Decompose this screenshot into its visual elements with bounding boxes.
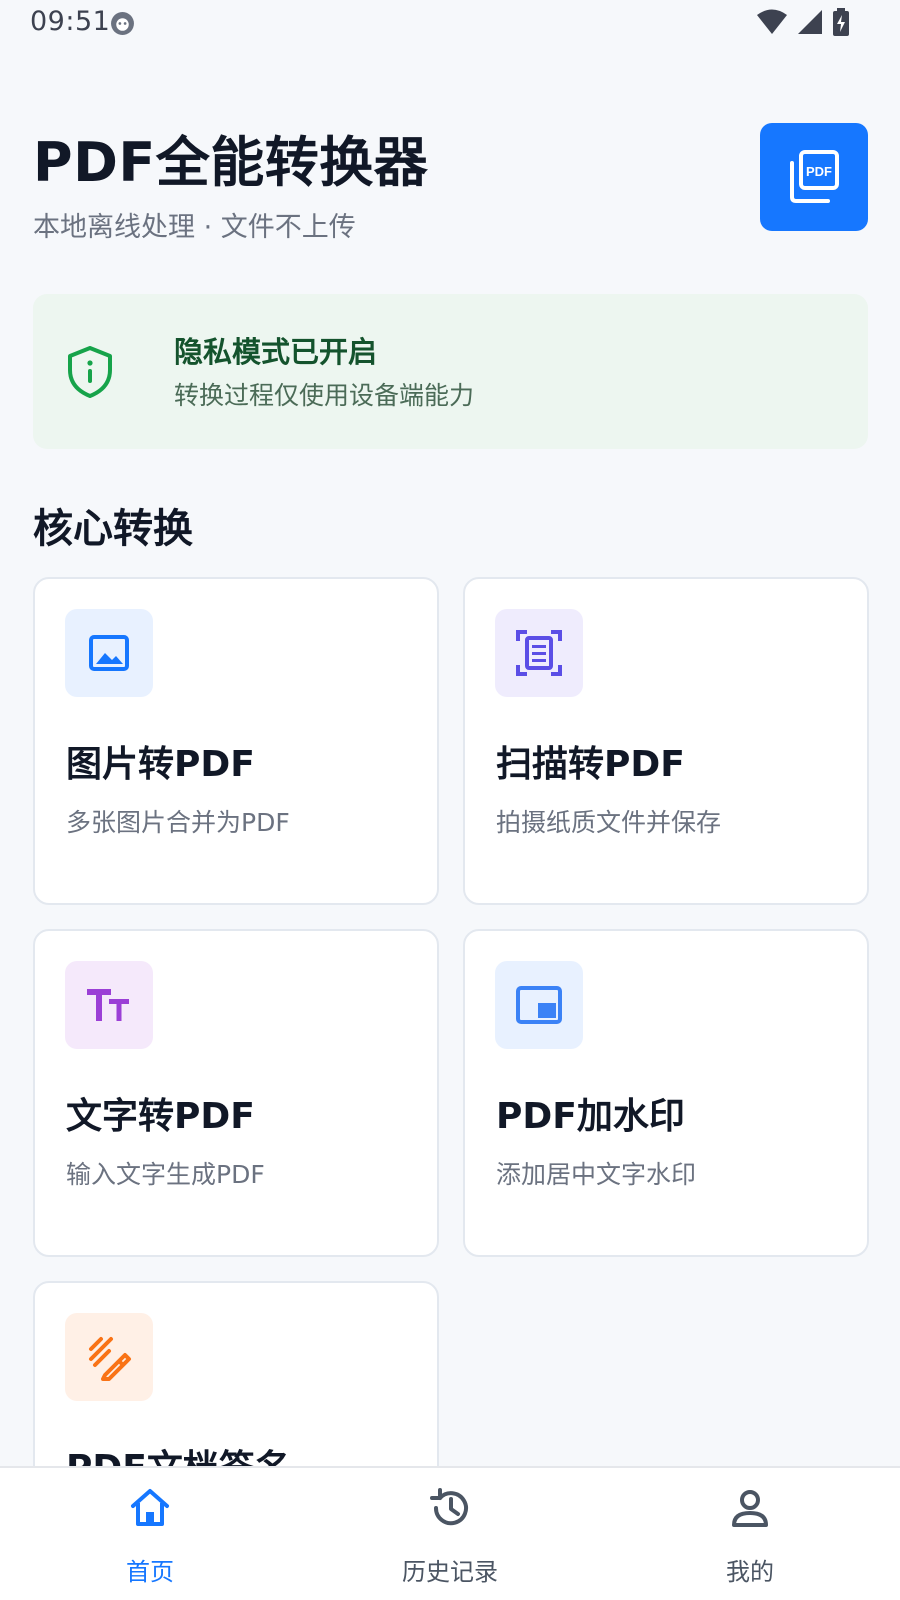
app-title: PDF全能转换器 [33, 131, 429, 194]
wifi-icon [757, 9, 787, 34]
cellular-signal-icon [798, 10, 822, 34]
tool-card-pdf-watermark[interactable]: PDF加水印 添加居中文字水印 [463, 929, 869, 1257]
nav-item-history[interactable]: 历史记录 [300, 1468, 600, 1600]
nav-label-history: 历史记录 [402, 1558, 498, 1586]
tool-description: 添加居中文字水印 [496, 1160, 697, 1189]
privacy-banner: 隐私模式已开启 转换过程仅使用设备端能力 [33, 294, 868, 449]
profile-icon [732, 1490, 768, 1527]
tool-title: 扫描转PDF [496, 744, 685, 785]
shield-info-icon [68, 346, 112, 398]
tool-description: 拍摄纸质文件并保存 [496, 808, 722, 837]
tool-card-image-to-pdf[interactable]: 图片转PDF 多张图片合并为PDF [33, 577, 439, 905]
battery-charging-icon [833, 8, 849, 36]
tool-icon-tile [495, 609, 583, 697]
status-time: 09:51 [30, 6, 111, 37]
app-screen: 09:51 PDF全能转换器 本地离线处理 · 文件不上传 PDF 隐私模式已开… [0, 0, 900, 1600]
tool-title: PDF加水印 [496, 1096, 685, 1137]
bottom-navigation: 首页 历史记录 我的 [0, 1466, 900, 1600]
logo-pdf-text: PDF [806, 164, 832, 179]
notification-app-icon [111, 12, 134, 35]
tool-icon-tile [65, 1313, 153, 1401]
app-subtitle: 本地离线处理 · 文件不上传 [33, 212, 356, 243]
nav-item-profile[interactable]: 我的 [600, 1468, 900, 1600]
signature-icon [89, 1337, 131, 1381]
image-icon [89, 635, 129, 671]
tool-icon-tile [65, 609, 153, 697]
nav-label-home: 首页 [126, 1558, 174, 1586]
document-scan-icon [516, 630, 562, 676]
status-bar: 09:51 [0, 0, 900, 48]
tool-description: 多张图片合并为PDF [66, 808, 290, 837]
home-icon [131, 1489, 169, 1526]
nav-label-profile: 我的 [726, 1558, 774, 1586]
tool-title: 图片转PDF [66, 744, 255, 785]
tool-icon-tile [495, 961, 583, 1049]
tool-card-scan-to-pdf[interactable]: 扫描转PDF 拍摄纸质文件并保存 [463, 577, 869, 905]
app-logo: PDF [760, 123, 868, 231]
section-title: 核心转换 [33, 506, 193, 552]
history-icon [430, 1488, 468, 1526]
text-size-icon [87, 989, 129, 1021]
tool-card-text-to-pdf[interactable]: 文字转PDF 输入文字生成PDF [33, 929, 439, 1257]
privacy-description: 转换过程仅使用设备端能力 [174, 381, 475, 410]
privacy-title: 隐私模式已开启 [174, 335, 378, 369]
tool-title: 文字转PDF [66, 1096, 255, 1137]
nav-item-home[interactable]: 首页 [0, 1468, 300, 1600]
pdf-files-icon: PDF [790, 150, 839, 203]
tool-icon-tile [65, 961, 153, 1049]
tool-description: 输入文字生成PDF [66, 1160, 265, 1189]
watermark-icon [516, 986, 562, 1024]
